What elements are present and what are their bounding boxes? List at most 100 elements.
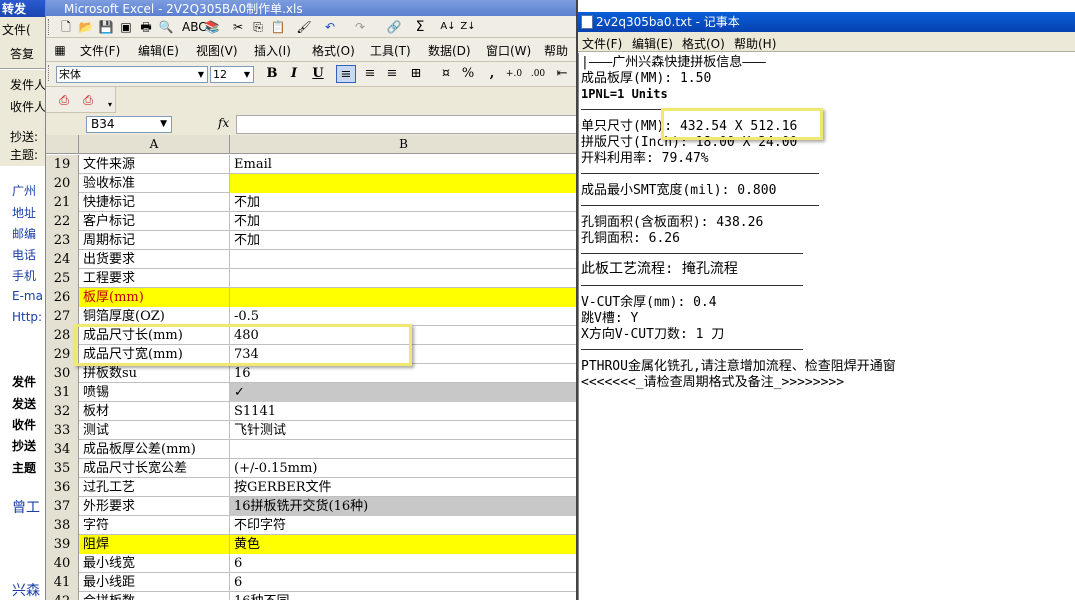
name-box[interactable]: B34 ▼ (86, 116, 172, 133)
cell-a[interactable]: 板材 (79, 402, 230, 421)
italic-button[interactable]: I (284, 65, 304, 83)
cell-a[interactable]: 测试 (79, 421, 230, 440)
chevron-down-icon[interactable]: ▼ (241, 67, 253, 82)
menu-view[interactable]: 视图(V) (196, 42, 238, 59)
cell-a[interactable]: 喷锡 (79, 383, 230, 402)
cell-b[interactable]: ✓ (230, 383, 576, 402)
column-header-b[interactable]: B (230, 135, 576, 154)
merge-center-icon[interactable]: ⊞ (406, 65, 426, 83)
cell-a[interactable]: 客户标记 (79, 212, 230, 231)
insert-function-button[interactable]: fx (218, 116, 229, 130)
copy-icon[interactable]: ⎘ (250, 19, 266, 35)
menu-insert[interactable]: 插入(I) (254, 42, 291, 59)
row-header[interactable]: 41 (46, 573, 79, 592)
cell-b[interactable]: 16拼板铣开交货(16种) (230, 497, 576, 516)
formula-bar[interactable] (236, 115, 576, 134)
redo-icon[interactable]: ↷ (352, 19, 368, 35)
row-header[interactable]: 26 (46, 288, 79, 307)
row-header[interactable]: 24 (46, 250, 79, 269)
menu-data[interactable]: 数据(D) (428, 42, 471, 59)
cell-b[interactable]: 黄色 (230, 535, 576, 554)
link-icon[interactable]: 🔗 (386, 19, 402, 35)
cell-a[interactable]: 拼板数su (79, 364, 230, 383)
open-icon[interactable]: 📂 (78, 19, 94, 35)
chevron-down-icon[interactable]: ▼ (160, 117, 167, 132)
cell-b[interactable]: S1141 (230, 402, 576, 421)
cell-b[interactable]: 不加 (230, 231, 576, 250)
save-icon[interactable]: 💾 (98, 19, 114, 35)
row-header[interactable]: 38 (46, 516, 79, 535)
mail-menu-file[interactable]: 文件( (2, 21, 31, 38)
row-header[interactable]: 42 (46, 592, 79, 600)
row-header[interactable]: 31 (46, 383, 79, 402)
sort-descending-icon[interactable]: Z↓ (460, 19, 476, 35)
row-header[interactable]: 33 (46, 421, 79, 440)
cell-b[interactable]: 6 (230, 554, 576, 573)
row-header[interactable]: 19 (46, 155, 79, 174)
cell-a[interactable]: 最小线宽 (79, 554, 230, 573)
menu-help[interactable]: 帮助 (544, 42, 568, 59)
cell-b[interactable] (230, 288, 576, 307)
pdf-email-icon[interactable]: ⎙ (80, 92, 96, 108)
bold-button[interactable]: B (262, 65, 282, 83)
worksheet-grid[interactable]: A B 19 文件来源 Email 20 验收标准 21 快捷标记 不加 22 客户标记 不加 23 周… (46, 135, 576, 600)
cell-a[interactable]: 板厚(mm) (79, 288, 230, 307)
cell-b[interactable]: (+/-0.15mm) (230, 459, 576, 478)
cell-b[interactable] (230, 269, 576, 288)
row-header[interactable]: 22 (46, 212, 79, 231)
row-header[interactable]: 21 (46, 193, 79, 212)
mail-reply-button[interactable]: 答复 (10, 45, 34, 62)
menu-format[interactable]: 格式(O) (312, 42, 355, 59)
row-header[interactable]: 23 (46, 231, 79, 250)
cell-a[interactable]: 成品尺寸长宽公差 (79, 459, 230, 478)
currency-icon[interactable]: ¤ (436, 65, 456, 83)
np-menu-edit[interactable]: 编辑(E) (632, 35, 673, 52)
new-icon[interactable]: 🗋 (58, 19, 74, 35)
toolbar-options-icon[interactable]: ▾ (102, 97, 118, 113)
cell-b[interactable] (230, 440, 576, 459)
row-header[interactable]: 32 (46, 402, 79, 421)
cut-icon[interactable]: ✂ (230, 19, 246, 35)
underline-button[interactable]: U (308, 65, 328, 83)
row-header[interactable]: 37 (46, 497, 79, 516)
np-menu-help[interactable]: 帮助(H) (734, 35, 776, 52)
cell-a[interactable]: 最小线距 (79, 573, 230, 592)
select-all-corner[interactable] (46, 135, 79, 154)
row-header[interactable]: 35 (46, 459, 79, 478)
cell-a[interactable]: 字符 (79, 516, 230, 535)
cell-a[interactable]: 周期标记 (79, 231, 230, 250)
format-painter-icon[interactable]: 🖌 (296, 19, 312, 35)
row-header[interactable]: 36 (46, 478, 79, 497)
print-icon[interactable]: 🖶 (138, 19, 154, 35)
cell-a[interactable]: 合拼板数 (79, 592, 230, 600)
menu-window[interactable]: 窗口(W) (486, 42, 531, 59)
cell-b[interactable]: 飞针测试 (230, 421, 576, 440)
sort-ascending-icon[interactable]: A↓ (440, 19, 456, 35)
cell-b[interactable] (230, 250, 576, 269)
cell-a[interactable]: 验收标准 (79, 174, 230, 193)
cell-a[interactable]: 文件来源 (79, 155, 230, 174)
cell-b[interactable]: 16 (230, 364, 576, 383)
align-left-icon[interactable]: ≡ (336, 65, 356, 83)
undo-icon[interactable]: ↶ (322, 19, 338, 35)
print-preview-icon[interactable]: 🔍 (158, 19, 174, 35)
permission-icon[interactable]: ▣ (118, 19, 134, 35)
increase-decimal-icon[interactable]: +.0 (504, 65, 524, 83)
percent-button[interactable]: % (458, 65, 478, 83)
cell-b[interactable]: 不印字符 (230, 516, 576, 535)
font-size-combo[interactable]: 12 ▼ (210, 66, 254, 83)
cell-a[interactable]: 外形要求 (79, 497, 230, 516)
row-header[interactable]: 40 (46, 554, 79, 573)
cell-a[interactable]: 成品板厚公差(mm) (79, 440, 230, 459)
menu-tools[interactable]: 工具(T) (370, 42, 411, 59)
row-header[interactable]: 20 (46, 174, 79, 193)
toolbar-grip[interactable] (48, 19, 51, 35)
decrease-decimal-icon[interactable]: .00 (528, 65, 548, 83)
row-header[interactable]: 30 (46, 364, 79, 383)
autosum-icon[interactable]: Σ (412, 19, 428, 35)
align-right-icon[interactable]: ≡ (382, 65, 402, 83)
indent-icon[interactable]: ⇤ (552, 65, 572, 83)
cell-b[interactable]: 16种不同 (230, 592, 576, 600)
excel-doc-icon[interactable]: ▦ (52, 42, 68, 58)
cell-a[interactable]: 出货要求 (79, 250, 230, 269)
